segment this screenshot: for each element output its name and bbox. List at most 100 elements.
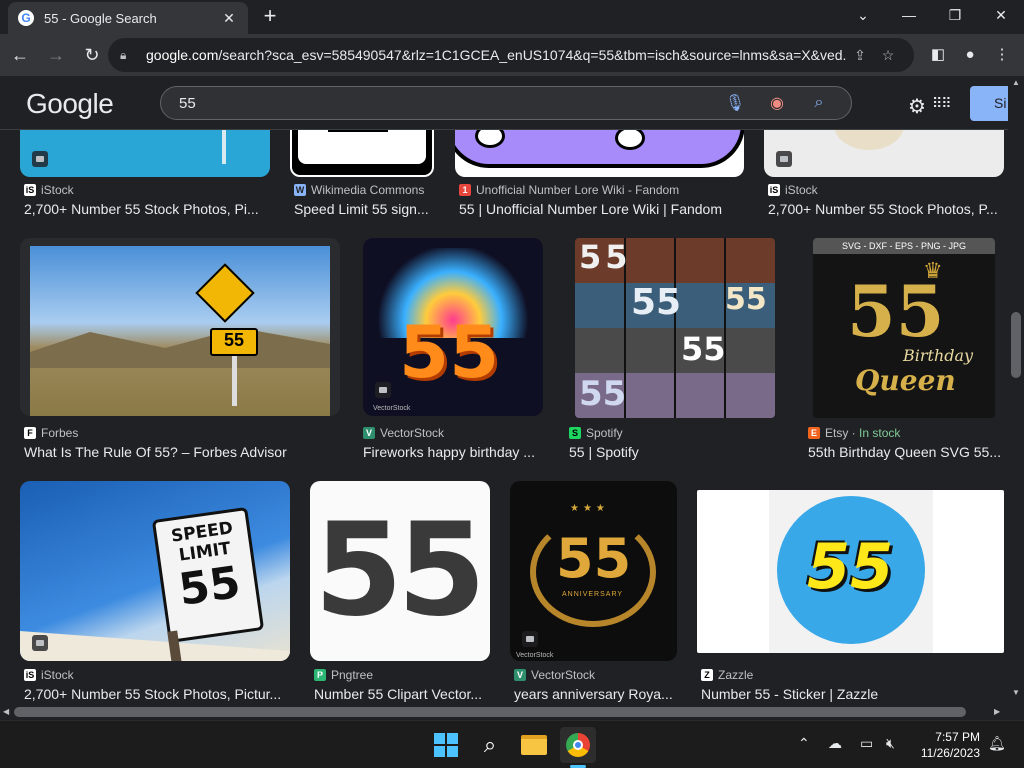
minimize-button[interactable]: — (886, 4, 932, 28)
result-source[interactable]: V VectorStock (514, 668, 595, 682)
result-source[interactable]: iS iStock (24, 668, 74, 682)
vertical-scroll-thumb[interactable] (1011, 312, 1021, 378)
address-bar[interactable]: 🔒︎ google.com/search?sca_esv=585490547&r… (108, 38, 914, 72)
sticker-55-number: 55 (807, 530, 894, 603)
result-thumbnail[interactable]: 55 55 55 55 55 (575, 238, 775, 418)
volume-muted-icon[interactable]: 🔇︎ (886, 735, 895, 752)
taskbar-clock[interactable]: 7:57 PM 11/26/2023 (908, 729, 980, 761)
result-thumbnail[interactable]: ★★★ 55 ANNIVERSARY VectorStock (510, 481, 677, 661)
scroll-right-arrow-icon[interactable]: ▶ (994, 707, 1000, 716)
search-box[interactable]: 🎙︎ ◉ ⌕ (160, 86, 852, 120)
result-thumbnail[interactable] (764, 130, 1004, 177)
tab-search-chevron-down-icon[interactable]: ⌄ (840, 4, 886, 28)
google-logo[interactable]: Google (26, 88, 114, 120)
horizontal-scroll-thumb[interactable] (14, 707, 966, 717)
result-source[interactable]: F Forbes (24, 426, 78, 440)
side-panel-icon[interactable]: ◧ (926, 44, 950, 68)
result-caption[interactable]: Number 55 - Sticker | Zazzle (701, 686, 1001, 702)
url-text[interactable]: google.com/search?sca_esv=585490547&rlz=… (146, 47, 846, 63)
scroll-left-arrow-icon[interactable]: ◀ (3, 707, 9, 716)
settings-gear-icon[interactable]: ⚙ (908, 94, 926, 119)
horizontal-scrollbar[interactable]: ◀ ▶ (0, 704, 1008, 720)
google-lens-icon[interactable]: ◉ (763, 93, 791, 113)
image-badge-icon (776, 151, 792, 167)
result-source[interactable]: S Spotify (569, 426, 623, 440)
reload-button[interactable]: ↻ (76, 39, 108, 71)
gray-55-number: 55 (314, 496, 486, 645)
result-source[interactable]: 1 Unofficial Number Lore Wiki - Fandom (459, 183, 679, 197)
notifications-bell-icon[interactable]: 🔔︎ (988, 735, 1006, 752)
glitter-55-number: 55 (847, 270, 945, 353)
result-source[interactable]: V VectorStock (363, 426, 444, 440)
share-icon[interactable]: ⇪ (846, 47, 874, 64)
result-thumbnail[interactable]: 55 (20, 238, 340, 416)
image-badge-icon (32, 635, 48, 651)
result-source[interactable]: W Wikimedia Commons (294, 183, 424, 197)
windows-start-icon[interactable] (428, 727, 464, 763)
result-caption[interactable]: 2,700+ Number 55 Stock Photos, P... (768, 201, 1004, 217)
pngtree-favicon-icon: P (314, 669, 326, 681)
istock-favicon-icon: iS (768, 184, 780, 196)
back-button[interactable]: ← (4, 39, 36, 71)
result-caption[interactable]: 55 | Unofficial Number Lore Wiki | Fando… (459, 201, 749, 217)
result-thumbnail[interactable]: SVG - DXF - EPS - PNG - JPG ♛ 55 Birthda… (813, 238, 995, 418)
result-thumbnail[interactable] (455, 130, 744, 177)
browser-tab[interactable]: G 55 - Google Search ✕ (8, 2, 248, 34)
mosaic-55-row2: 55 (631, 282, 682, 323)
close-window-button[interactable]: ✕ (978, 4, 1024, 28)
bookmark-star-icon[interactable]: ☆ (874, 47, 902, 64)
vertical-scrollbar[interactable]: ▲ ▼ (1008, 76, 1024, 704)
result-thumbnail[interactable] (290, 130, 434, 177)
onedrive-cloud-icon[interactable]: ☁ (828, 735, 842, 752)
new-tab-button[interactable]: + (258, 5, 282, 28)
show-hidden-icons-chevron-up-icon[interactable]: ⌃ (798, 735, 810, 752)
vectorstock-watermark: VectorStock (373, 405, 411, 412)
tab-strip: G 55 - Google Search ✕ + ⌄ — ❐ ✕ (0, 0, 1024, 34)
google-header: Google 🎙︎ ◉ ⌕ ⚙ ⠿⠿ Si (0, 76, 1010, 130)
chrome-menu-icon[interactable]: ⋮ (990, 44, 1014, 68)
search-icon[interactable]: ⌕ (472, 727, 508, 763)
result-caption[interactable]: 55th Birthday Queen SVG 55... (808, 444, 1000, 460)
lock-icon[interactable]: 🔒︎ (120, 48, 134, 62)
result-thumbnail[interactable]: 55 VectorStock (363, 238, 543, 416)
google-favicon-icon: G (18, 10, 34, 26)
result-source[interactable]: iS iStock (24, 183, 74, 197)
search-icon[interactable]: ⌕ (805, 94, 833, 112)
scroll-down-arrow-icon[interactable]: ▼ (1012, 688, 1020, 697)
tab-title: 55 - Google Search (44, 10, 157, 26)
file-explorer-icon[interactable] (516, 727, 552, 763)
search-input[interactable] (179, 94, 707, 112)
result-source[interactable]: Z Zazzle (701, 668, 753, 682)
result-caption[interactable]: 55 | Spotify (569, 444, 769, 460)
result-caption[interactable]: years anniversary Roya... (514, 686, 677, 702)
result-caption[interactable]: 2,700+ Number 55 Stock Photos, Pi... (24, 201, 270, 217)
result-caption[interactable]: Number 55 Clipart Vector... (314, 686, 490, 702)
network-monitor-icon[interactable]: ▭ (860, 735, 873, 752)
result-thumbnail[interactable]: SPEED LIMIT 55 (20, 481, 290, 661)
result-source[interactable]: E Etsy · In stock (808, 426, 900, 440)
result-thumbnail[interactable] (20, 130, 270, 177)
scroll-up-arrow-icon[interactable]: ▲ (1012, 78, 1020, 87)
result-caption[interactable]: Speed Limit 55 sign... (294, 201, 434, 217)
google-apps-grid-icon[interactable]: ⠿⠿ (932, 95, 951, 112)
result-thumbnail[interactable]: 55 (697, 490, 1004, 653)
vectorstock-watermark: VectorStock (516, 652, 554, 659)
result-caption[interactable]: 2,700+ Number 55 Stock Photos, Pictur... (24, 686, 294, 702)
result-caption[interactable]: Fireworks happy birthday ... (363, 444, 543, 460)
image-results-grid: iS iStock 2,700+ Number 55 Stock Photos, … (0, 130, 1008, 704)
forward-button[interactable]: → (40, 39, 72, 71)
result-caption[interactable]: What Is The Rule Of 55? – Forbes Advisor (24, 444, 344, 460)
tab-close-icon[interactable]: ✕ (220, 10, 238, 27)
profile-avatar-icon[interactable]: ● (958, 44, 982, 68)
sign-in-button[interactable]: Si (970, 86, 1010, 121)
result-thumbnail[interactable]: 55 (310, 481, 490, 661)
mosaic-55-row1: 55 (579, 238, 632, 276)
voice-search-mic-icon[interactable]: 🎙︎ (721, 93, 749, 113)
image-badge-icon (375, 382, 391, 398)
result-source[interactable]: P Pngtree (314, 668, 373, 682)
result-source[interactable]: iS iStock (768, 183, 818, 197)
restore-button[interactable]: ❐ (932, 4, 978, 28)
chrome-taskbar-icon[interactable] (560, 727, 596, 763)
zazzle-favicon-icon: Z (701, 669, 713, 681)
clock-date: 11/26/2023 (920, 746, 980, 760)
